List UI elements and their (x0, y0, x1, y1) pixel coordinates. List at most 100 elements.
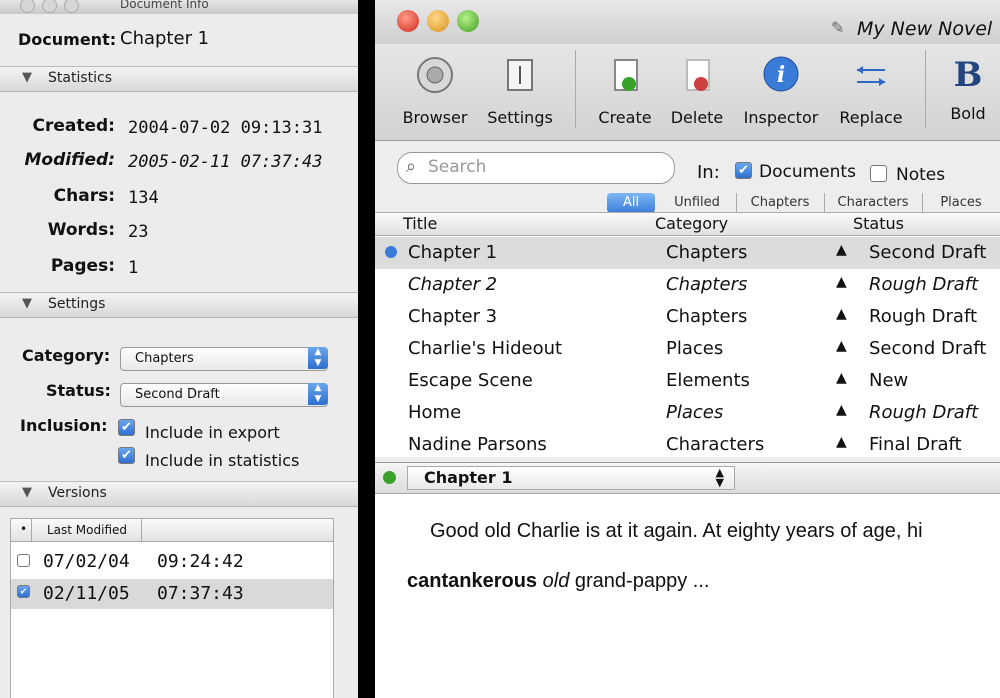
search-placeholder: Search (428, 157, 487, 177)
minimize-button[interactable] (42, 0, 57, 13)
row-category[interactable]: Chapters (666, 242, 747, 263)
close-button[interactable] (20, 0, 35, 13)
row-title: Charlie's Hideout (408, 338, 563, 359)
table-row[interactable]: Chapter 2 Chapters ▲ Rough Draft (375, 269, 1000, 301)
version-row[interactable]: ✔ 02/11/05 07:37:43 (11, 579, 333, 609)
include-statistics-checkbox[interactable]: ✔ (118, 447, 135, 464)
include-export-checkbox[interactable]: ✔ (118, 419, 135, 436)
column-header-category[interactable]: Category (651, 213, 850, 236)
filter-tab-chapters[interactable]: Chapters (736, 193, 825, 213)
bold-icon: B (953, 55, 983, 95)
filter-tab-all[interactable]: All (607, 193, 655, 213)
document-status-icon (383, 471, 396, 484)
editor-line: Good old Charlie is at it again. At eigh… (430, 520, 923, 542)
italic-word: old (542, 570, 570, 592)
row-status[interactable]: Final Draft (869, 434, 962, 455)
words-label: Words: (47, 220, 115, 240)
disclosure-triangle-icon[interactable]: ▼ (22, 485, 32, 500)
version-checkbox[interactable]: ✔ (17, 585, 30, 598)
stepper-icon[interactable]: ▲ (836, 242, 847, 258)
bold-button[interactable]: B Bold (940, 52, 996, 123)
version-row[interactable]: 07/02/04 09:24:42 (11, 549, 333, 577)
delete-document-icon (686, 59, 710, 91)
disclosure-triangle-icon[interactable]: ▼ (22, 296, 32, 311)
filter-tab-places[interactable]: Places (922, 193, 1000, 213)
search-field[interactable]: ⌕ Search (397, 152, 675, 184)
versions-table[interactable]: • Last Modified 07/02/04 09:24:42 ✔ 02/1… (10, 518, 334, 698)
row-category[interactable]: Chapters (666, 306, 747, 327)
column-header-status[interactable]: Status (849, 213, 1000, 236)
table-row[interactable]: Escape Scene Elements ▲ New (375, 365, 1000, 397)
editor-line: cantankerous old grand-pappy ... (407, 570, 709, 593)
stepper-icon[interactable]: ▲ (836, 370, 847, 386)
settings-button[interactable]: Settings (485, 52, 555, 127)
table-row[interactable]: Chapter 3 Chapters ▲ Rough Draft (375, 301, 1000, 333)
disclosure-triangle-icon[interactable]: ▼ (22, 70, 32, 85)
row-status[interactable]: Second Draft (869, 338, 986, 359)
delete-button[interactable]: Delete (665, 52, 729, 127)
versions-section-header[interactable]: ▼ Versions (0, 481, 358, 507)
window-title: My New Novel (857, 18, 993, 40)
documents-checkbox[interactable]: ✔ (735, 162, 752, 179)
stepper-icon[interactable]: ▲ (836, 402, 847, 418)
column-header-title[interactable]: Title (375, 213, 680, 236)
row-category[interactable]: Elements (666, 370, 750, 391)
text-editor[interactable]: Good old Charlie is at it again. At eigh… (375, 494, 1000, 698)
header-dot: • (20, 522, 28, 536)
statistics-section-header[interactable]: ▼ Statistics (0, 66, 358, 92)
versions-label: Versions (48, 485, 107, 501)
table-row[interactable]: Nadine Parsons Characters ▲ Final Draft (375, 429, 1000, 457)
notes-checkbox[interactable] (870, 165, 887, 182)
status-select[interactable]: Second Draft ▲ ▼ (120, 383, 328, 407)
document-info-panel: Document Info Document: Chapter 1 ▼ Stat… (0, 0, 358, 698)
row-status[interactable]: Second Draft (869, 242, 986, 263)
stepper-icon[interactable]: ▲ (836, 274, 847, 290)
stepper-icon[interactable]: ▲ (836, 338, 847, 354)
table-row[interactable]: Home Places ▲ Rough Draft (375, 397, 1000, 429)
stepper-icon[interactable]: ▲ (836, 306, 847, 322)
row-category[interactable]: Chapters (666, 274, 747, 295)
browser-label: Browser (402, 108, 468, 127)
status-label: Status: (46, 381, 111, 400)
row-status[interactable]: Rough Draft (869, 306, 977, 327)
row-category[interactable]: Places (666, 402, 723, 423)
bold-word: cantankerous (407, 570, 538, 592)
replace-arrows-icon (857, 66, 885, 86)
table-row[interactable]: Charlie's Hideout Places ▲ Second Draft (375, 333, 1000, 365)
row-status[interactable]: Rough Draft (869, 274, 978, 295)
create-button[interactable]: Create (590, 52, 660, 127)
version-date: 07/02/04 (43, 551, 130, 572)
category-select[interactable]: Chapters ▲ ▼ (120, 347, 328, 371)
row-status[interactable]: Rough Draft (869, 402, 978, 423)
row-category[interactable]: Characters (666, 434, 764, 455)
version-checkbox[interactable] (17, 554, 30, 567)
replace-button[interactable]: Replace (833, 52, 909, 127)
document-label: Document: (18, 30, 117, 49)
chevron-updown-icon: ▲ ▼ (715, 466, 724, 489)
document-proxy-icon: ✎ (831, 18, 845, 37)
column-divider (31, 519, 32, 541)
row-category[interactable]: Places (666, 338, 723, 359)
filter-tab-unfiled[interactable]: Unfiled (658, 193, 737, 213)
documents-table[interactable]: Title Category Status Chapter 1 Chapters… (375, 212, 1000, 457)
filter-tab-characters[interactable]: Characters (824, 193, 923, 213)
document-name: Chapter 1 (120, 28, 210, 49)
document-popup[interactable]: Chapter 1 ▲ ▼ (407, 466, 735, 490)
pages-value: 1 (128, 258, 139, 278)
close-button[interactable] (397, 10, 419, 32)
zoom-button[interactable] (457, 10, 479, 32)
toolbar-separator (925, 50, 926, 128)
minimize-button[interactable] (427, 10, 449, 32)
version-time: 07:37:43 (157, 583, 244, 604)
pages-label: Pages: (50, 256, 115, 276)
chevron-updown-icon: ▲ ▼ (308, 383, 328, 405)
stepper-icon[interactable]: ▲ (836, 434, 847, 450)
row-status[interactable]: New (869, 370, 908, 391)
inspector-button[interactable]: i Inspector (739, 52, 823, 127)
settings-icon (507, 59, 533, 91)
settings-section-header[interactable]: ▼ Settings (0, 292, 358, 318)
zoom-button[interactable] (64, 0, 79, 13)
table-row[interactable]: Chapter 1 Chapters ▲ Second Draft (375, 237, 1000, 269)
browser-button[interactable]: Browser (400, 52, 470, 127)
settings-label: Settings (487, 108, 553, 127)
